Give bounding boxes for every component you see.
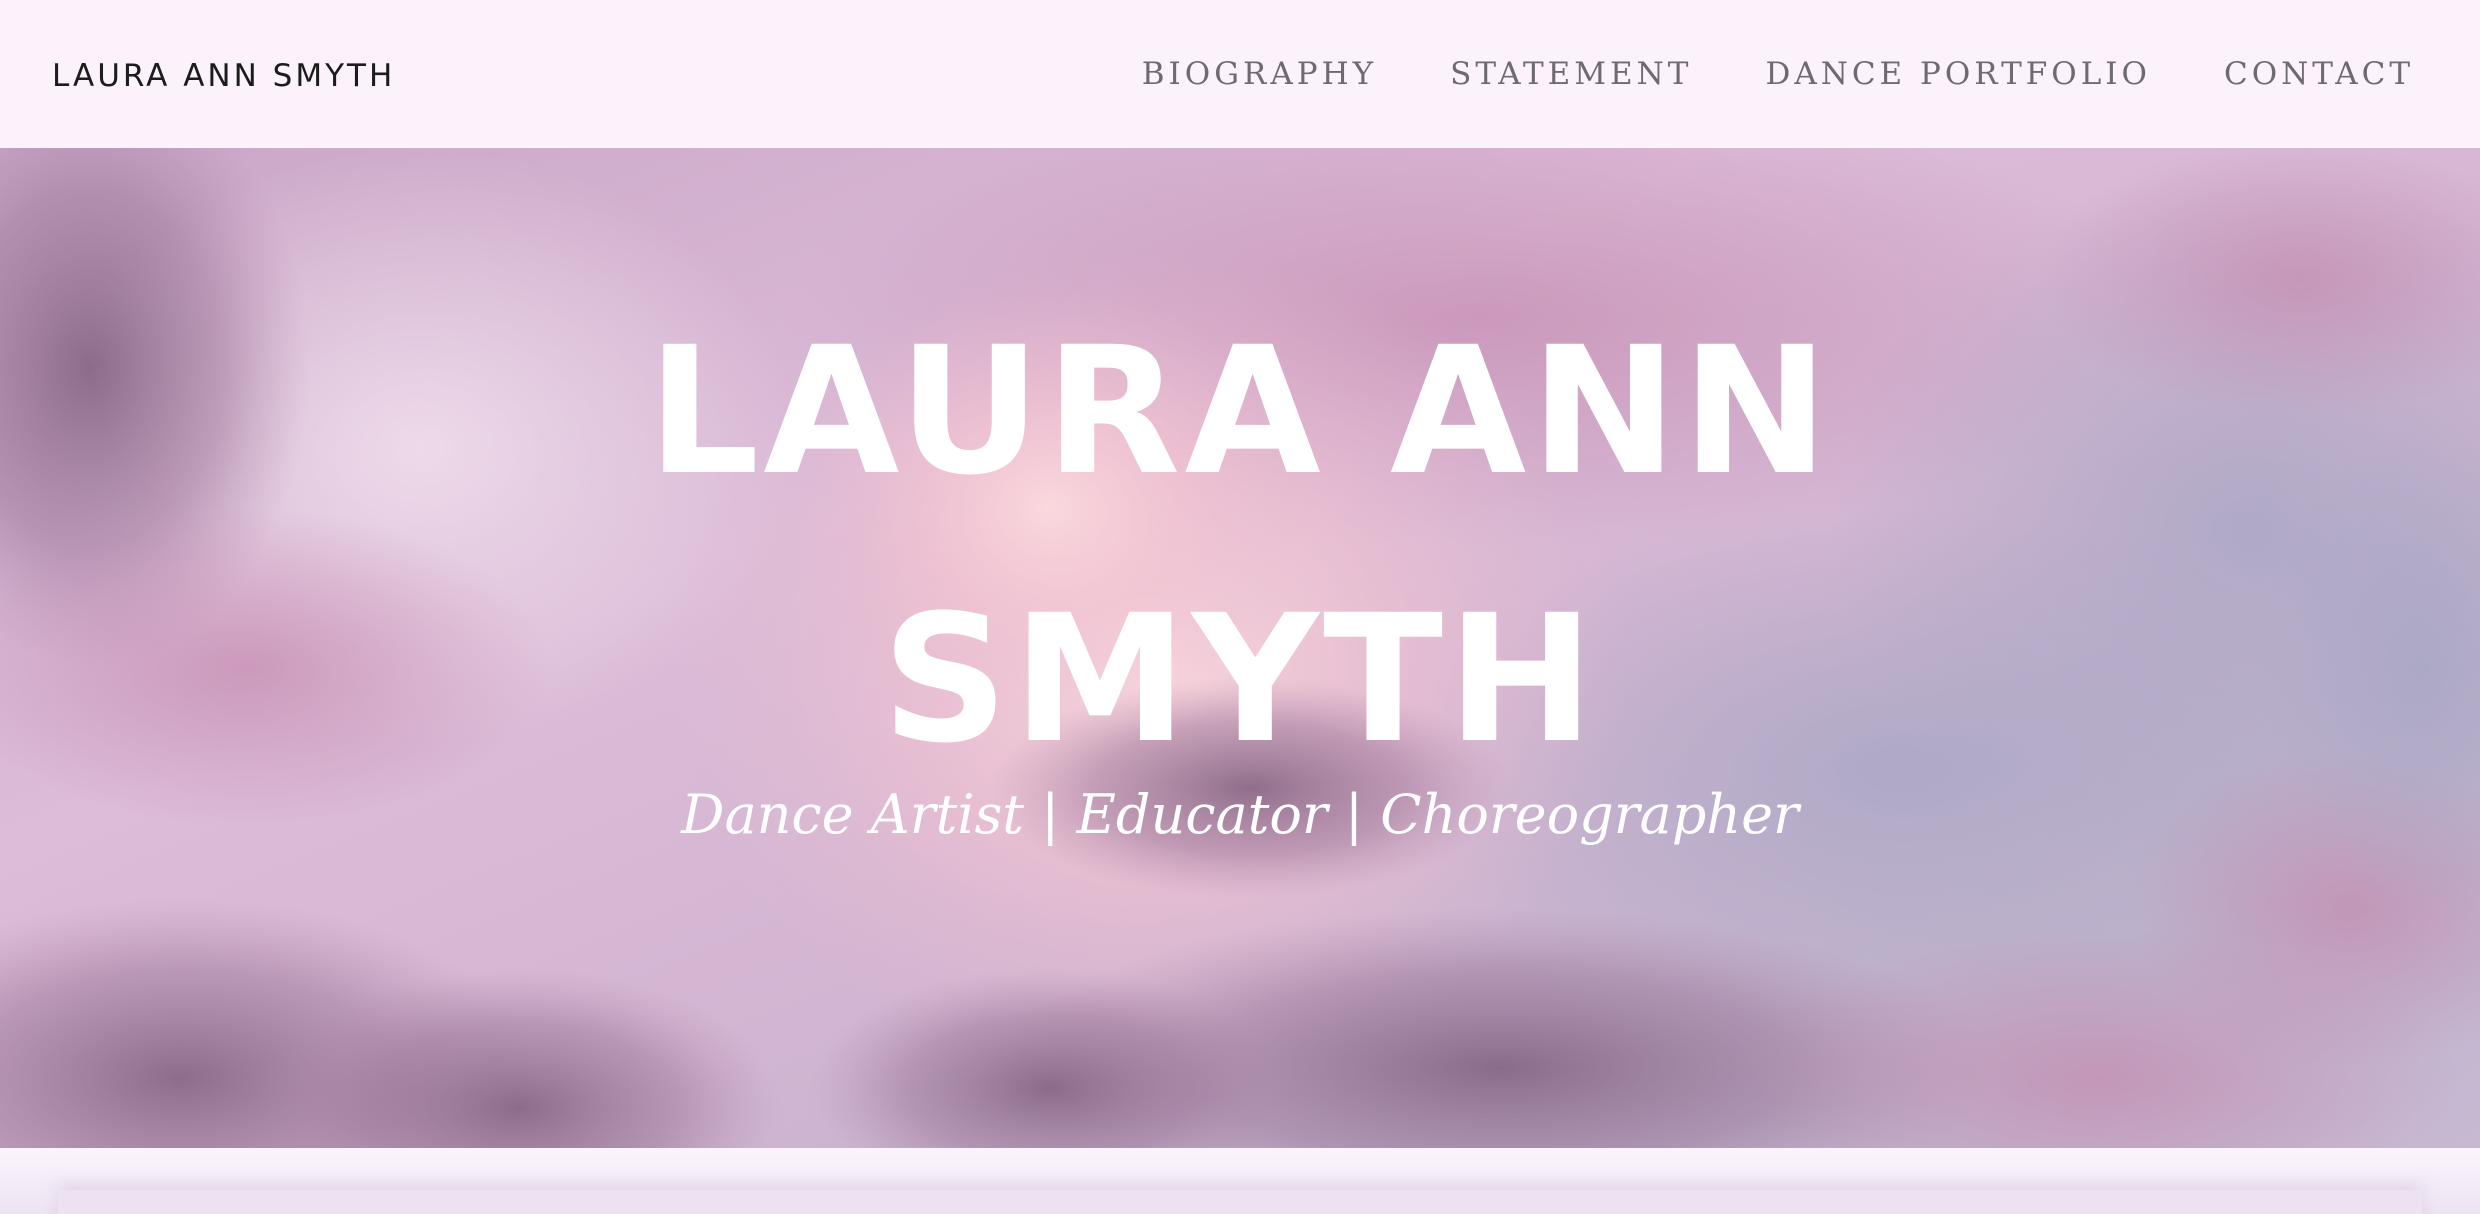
hero-banner: LAURA ANN SMYTH Dance Artist | Educator … (0, 148, 2480, 1148)
hero-title: LAURA ANN SMYTH (0, 278, 2480, 814)
nav-item-statement[interactable]: STATEMENT (1450, 56, 1692, 92)
content-card-edge (58, 1190, 2422, 1214)
site-title-link[interactable]: LAURA ANN SMYTH (52, 58, 395, 94)
page: LAURA ANN SMYTH BIOGRAPHY STATEMENT DANC… (0, 0, 2480, 1214)
site-header: LAURA ANN SMYTH BIOGRAPHY STATEMENT DANC… (0, 0, 2480, 148)
hero-title-line-2: SMYTH (881, 577, 1599, 782)
hero-subtitle: Dance Artist | Educator | Choreographer (681, 783, 1799, 846)
hero-title-line-1: LAURA ANN (647, 309, 1833, 514)
nav-item-contact[interactable]: CONTACT (2224, 56, 2414, 92)
main-nav: BIOGRAPHY STATEMENT DANCE PORTFOLIO CONT… (1142, 56, 2414, 92)
nav-item-dance-portfolio[interactable]: DANCE PORTFOLIO (1765, 56, 2151, 92)
nav-item-biography[interactable]: BIOGRAPHY (1142, 56, 1377, 92)
hero-content: LAURA ANN SMYTH Dance Artist | Educator … (0, 148, 2480, 1148)
